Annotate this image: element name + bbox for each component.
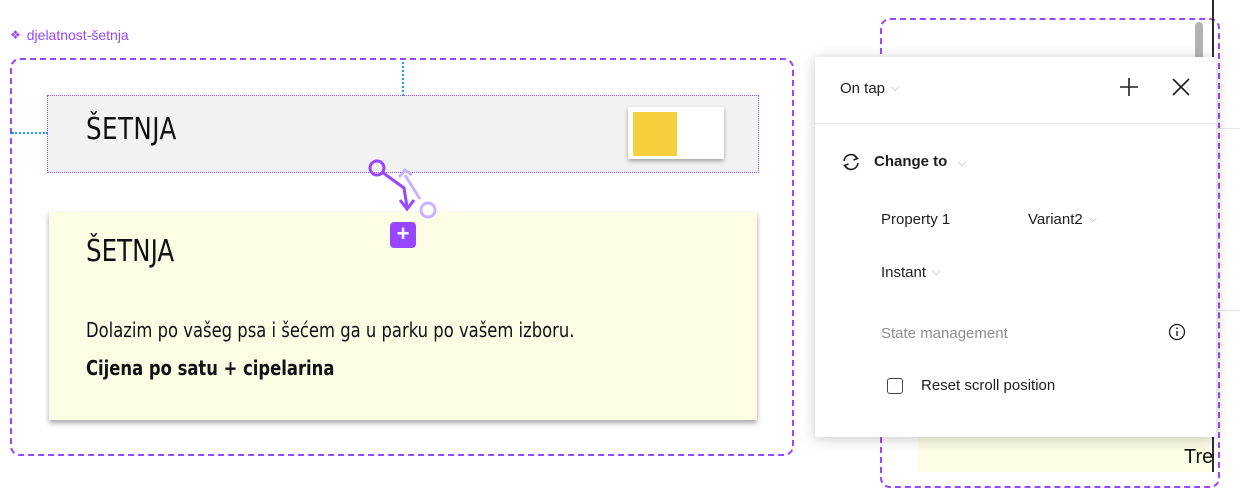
variant2-title: ŠETNJA (86, 234, 175, 269)
variant2-price: Cijena po satu + cipelarina (86, 356, 335, 380)
prototype-connector-icon[interactable] (360, 155, 450, 230)
animation-dropdown[interactable]: Instant ⌵ (881, 264, 940, 281)
property-value-dropdown[interactable]: Variant2 ⌵ (1028, 211, 1097, 228)
action-label: Change to (874, 153, 948, 170)
property-value: Variant2 (1028, 211, 1083, 228)
animation-label: Instant (881, 264, 927, 281)
reset-scroll-checkbox[interactable] (887, 378, 903, 394)
property-label: Property 1 (881, 211, 951, 228)
reset-scroll-label: Reset scroll position (921, 377, 1056, 394)
add-interaction-button[interactable]: + (390, 222, 416, 248)
close-icon[interactable] (1170, 76, 1192, 98)
swap-icon (843, 153, 859, 171)
trigger-dropdown[interactable]: On tap ⌵ (840, 80, 899, 97)
chevron-down-icon: ⌵ (1088, 213, 1098, 225)
adjacent-card-text: Tre (1184, 446, 1214, 468)
component-label[interactable]: ❖ djelatnost-šetnja (10, 27, 129, 43)
state-management-label: State management (881, 325, 1008, 342)
chevron-down-icon: ⌵ (891, 82, 900, 94)
chevron-down-icon: ⌵ (957, 157, 967, 169)
action-dropdown[interactable]: Change to ⌵ (840, 152, 966, 172)
trigger-label: On tap (840, 80, 886, 97)
panel-divider (815, 123, 1216, 124)
adjacent-divider (1215, 310, 1240, 311)
spacing-guide-vertical (402, 62, 404, 96)
component-diamond-icon: ❖ (10, 28, 21, 42)
component-name: djelatnost-šetnja (26, 27, 129, 43)
info-icon[interactable] (1167, 322, 1187, 342)
chevron-down-icon: ⌵ (932, 266, 941, 278)
variant1-toggle-knob (633, 112, 677, 156)
variant2-description: Dolazim po vašeg psa i šećem ga u parku … (86, 318, 575, 342)
plus-icon[interactable] (1116, 74, 1142, 100)
variant1-title: ŠETNJA (86, 112, 177, 147)
spacing-guide-horizontal (12, 132, 48, 134)
adjacent-divider (1215, 128, 1240, 129)
